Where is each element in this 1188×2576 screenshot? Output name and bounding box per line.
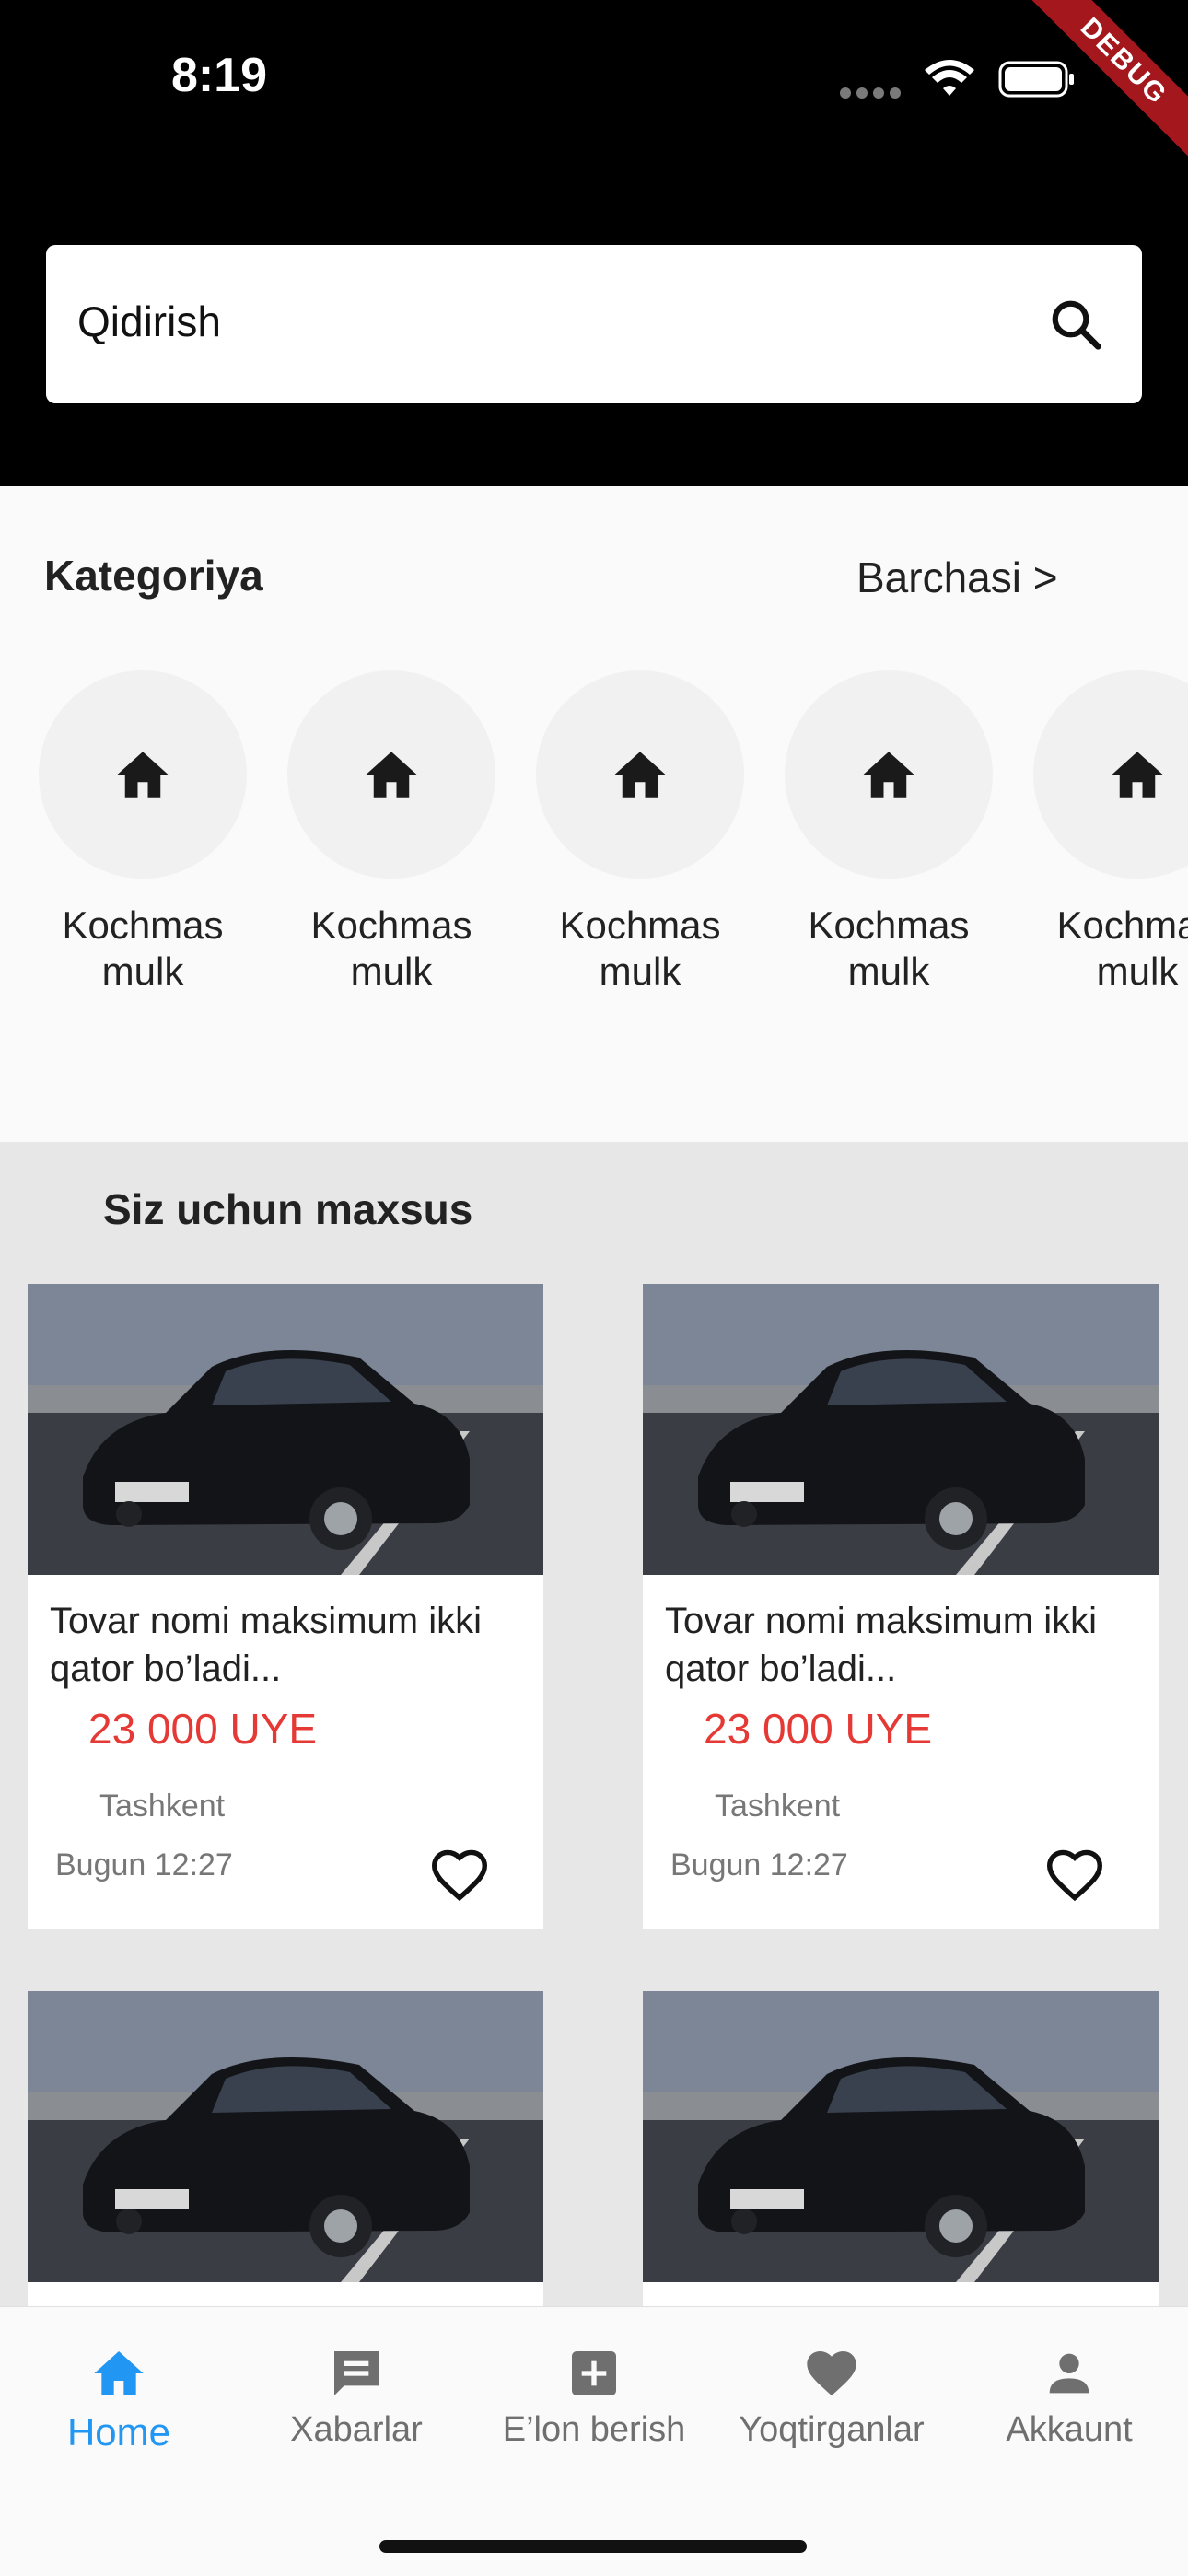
product-image <box>28 1991 543 2282</box>
header: 8:19 DEBUG Qidirish <box>0 0 1188 486</box>
product-price: 23 000 UYE <box>88 1705 318 1753</box>
nav-label: Yoqtirganlar <box>739 2410 925 2449</box>
heart-icon <box>807 2351 856 2395</box>
home-icon <box>1112 752 1163 798</box>
battery-icon <box>998 61 1074 98</box>
category-icon-circle <box>785 670 993 879</box>
bottom-navigation: Home Xabarlar E’lon berish Yoqtirganlar … <box>0 2306 1188 2576</box>
product-title: Tovar nomi maksimum ikki qator bo’ladi..… <box>665 1601 1097 1689</box>
category-title: Kategoriya <box>44 552 263 600</box>
category-label: Kochmas mulk <box>559 903 721 993</box>
category-label: Kochmas mulk <box>1056 903 1188 993</box>
product-card[interactable] <box>643 1991 1159 2314</box>
category-item[interactable]: Kochmas mulk <box>267 670 516 995</box>
search-bar[interactable]: Qidirish <box>46 245 1142 403</box>
wifi-icon <box>925 60 974 96</box>
home-icon <box>366 752 417 798</box>
home-indicator <box>379 2540 807 2553</box>
home-icon <box>94 2351 144 2395</box>
product-image <box>643 1284 1159 1575</box>
category-label: Kochmas mulk <box>808 903 970 993</box>
nav-label: Xabarlar <box>290 2410 423 2449</box>
nav-label: E’lon berish <box>502 2410 686 2449</box>
category-item[interactable]: Kochmas mulk <box>18 670 267 995</box>
product-time: Bugun 12:27 <box>55 1847 233 1882</box>
home-icon <box>117 752 169 798</box>
product-title: Tovar nomi maksimum ikki qator bo’ladi..… <box>50 1601 482 1689</box>
nav-label: Akkaunt <box>1006 2410 1133 2449</box>
category-label: Kochmas mulk <box>310 903 472 993</box>
product-image <box>643 1991 1159 2282</box>
category-icon-circle <box>1033 670 1188 879</box>
category-icon-circle <box>287 670 495 879</box>
product-time: Bugun 12:27 <box>670 1847 848 1882</box>
person-icon <box>1049 2353 1089 2394</box>
product-image <box>28 1284 543 1575</box>
heart-outline-icon[interactable] <box>429 1847 490 1903</box>
product-location: Tashkent <box>99 1789 226 1824</box>
product-card[interactable] <box>28 1991 543 2314</box>
nav-messages[interactable]: Xabarlar <box>238 2344 475 2450</box>
message-icon <box>334 2351 379 2395</box>
heart-outline-icon[interactable] <box>1044 1847 1105 1903</box>
product-price: 23 000 UYE <box>704 1705 933 1753</box>
product-card[interactable]: Tovar nomi maksimum ikki qator bo’ladi..… <box>643 1284 1159 1929</box>
nav-favorites[interactable]: Yoqtirganlar <box>713 2344 950 2450</box>
special-title: Siz uchun maxsus <box>103 1185 473 1233</box>
signal-icon <box>840 87 906 99</box>
see-all-link[interactable]: Barchasi > <box>856 553 1058 602</box>
search-icon[interactable] <box>1048 297 1105 354</box>
product-location: Tashkent <box>715 1789 841 1824</box>
home-icon <box>614 752 666 798</box>
search-input[interactable]: Qidirish <box>77 297 221 346</box>
home-icon <box>863 752 914 798</box>
nav-label: Home <box>66 2410 171 2454</box>
category-icon-circle <box>536 670 744 879</box>
category-item[interactable]: Kochmas mulk <box>1013 670 1188 995</box>
nav-home[interactable]: Home <box>0 2344 238 2454</box>
category-list: Kochmas mulk Kochmas mulk Kochmas mulk K… <box>0 670 1188 1002</box>
add-box-icon <box>572 2351 616 2395</box>
category-icon-circle <box>39 670 247 879</box>
product-card[interactable]: Tovar nomi maksimum ikki qator bo’ladi..… <box>28 1284 543 1929</box>
category-item[interactable]: Kochmas mulk <box>516 670 764 995</box>
nav-account[interactable]: Akkaunt <box>950 2344 1188 2450</box>
nav-post-ad[interactable]: E’lon berish <box>475 2344 713 2450</box>
category-label: Kochmas mulk <box>62 903 224 993</box>
category-item[interactable]: Kochmas mulk <box>764 670 1013 995</box>
status-time: 8:19 <box>171 49 268 102</box>
